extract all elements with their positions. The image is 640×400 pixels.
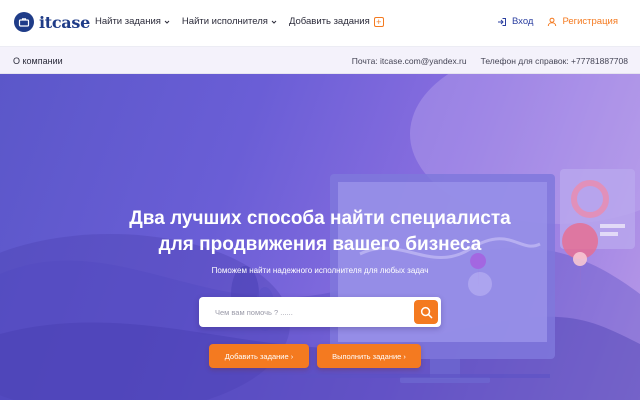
hero-section: Два лучших способа найти специалиста для… xyxy=(0,74,640,400)
menu-item-label: Добавить задания xyxy=(288,16,370,27)
info-bar: О компании Почта: itcase.com@yandex.ru Т… xyxy=(0,46,640,74)
register-label: Регистрация xyxy=(562,16,618,27)
menu-item-find-performer[interactable]: Найти исполнителя xyxy=(182,16,277,27)
search-icon xyxy=(420,306,432,318)
phone-text[interactable]: Телефон для справок: +77781887708 xyxy=(481,56,628,66)
hero-title-line-1: Два лучших способа найти специалиста xyxy=(129,208,511,229)
logo[interactable]: itcase xyxy=(14,12,90,32)
search-button[interactable] xyxy=(414,300,438,324)
chevron-down-icon xyxy=(164,20,170,24)
login-icon xyxy=(497,17,506,26)
menu-item-add-task[interactable]: Добавить задания + xyxy=(289,16,384,27)
contact-info: Почта: itcase.com@yandex.ru Телефон для … xyxy=(352,56,628,66)
auth-links: Вход Регистрация xyxy=(497,16,618,27)
login-label: Вход xyxy=(511,16,534,27)
do-task-button[interactable]: Выполнить задание › xyxy=(317,344,421,368)
brand-name: itcase xyxy=(39,12,90,32)
about-link[interactable]: О компании xyxy=(13,56,63,66)
menu-item-find-tasks[interactable]: Найти задания xyxy=(95,16,170,27)
plus-square-icon: + xyxy=(373,16,384,27)
register-link[interactable]: Регистрация xyxy=(547,16,618,27)
user-icon xyxy=(548,17,557,26)
top-navbar: itcase Найти задания Найти исполнителя Д… xyxy=(0,0,640,46)
email-text[interactable]: Почта: itcase.com@yandex.ru xyxy=(352,56,467,66)
search-bar xyxy=(199,297,441,327)
chevron-down-icon xyxy=(271,20,277,24)
hero-title: Два лучших способа найти специалиста для… xyxy=(0,206,640,258)
briefcase-icon xyxy=(14,12,34,32)
login-link[interactable]: Вход xyxy=(497,16,534,27)
hero-title-line-2: для продвижения вашего бизнеса xyxy=(158,234,482,255)
add-task-button[interactable]: Добавить задание › xyxy=(209,344,309,368)
menu-item-label: Найти исполнителя xyxy=(181,16,268,27)
search-input[interactable] xyxy=(199,297,414,327)
main-menu: Найти задания Найти исполнителя Добавить… xyxy=(95,16,384,27)
menu-item-label: Найти задания xyxy=(95,16,161,27)
hero-subtitle: Поможем найти надежного исполнителя для … xyxy=(211,266,429,275)
